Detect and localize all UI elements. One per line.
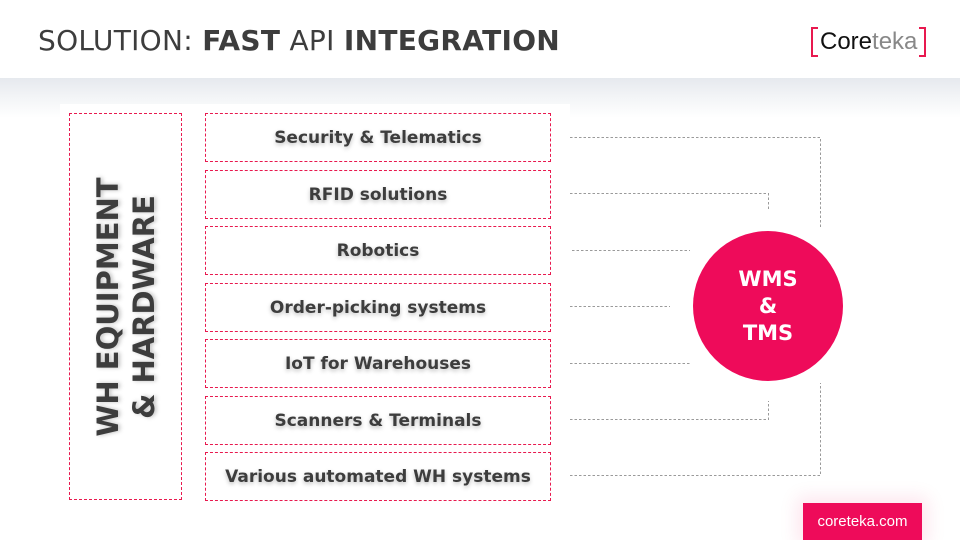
item-iot-warehouses: IoT for Warehouses [205,339,551,388]
item-label: Robotics [336,240,420,261]
connector-security [570,137,821,228]
item-security-telematics: Security & Telematics [205,113,551,162]
group-box-wh-equipment: WH EQUIPMENT & HARDWARE [69,113,182,500]
connector-rfid [570,193,769,211]
item-order-picking: Order-picking systems [205,283,551,332]
hub-wms-tms: WMS & TMS [693,231,843,381]
item-label: RFID solutions [308,184,448,205]
item-robotics: Robotics [205,226,551,275]
item-label: Security & Telematics [274,127,482,148]
item-scanners-terminals: Scanners & Terminals [205,396,551,445]
connector-various [570,383,821,476]
item-rfid-solutions: RFID solutions [205,170,551,219]
connector-scanners [570,401,769,420]
item-label: Various automated WH systems [225,466,531,487]
item-various-automated: Various automated WH systems [205,452,551,501]
group-label: WH EQUIPMENT & HARDWARE [90,177,162,436]
hub-line2: & [758,293,778,318]
website-link-button[interactable]: coreteka.com [803,503,922,540]
hub-line3: TMS [742,320,794,345]
item-label: IoT for Warehouses [284,353,472,374]
item-label: Scanners & Terminals [274,410,482,431]
hub-line1: WMS [738,266,798,291]
item-label: Order-picking systems [269,297,487,318]
group-label-line2: & HARDWARE [126,194,161,419]
group-label-line1: WH EQUIPMENT [90,176,125,437]
